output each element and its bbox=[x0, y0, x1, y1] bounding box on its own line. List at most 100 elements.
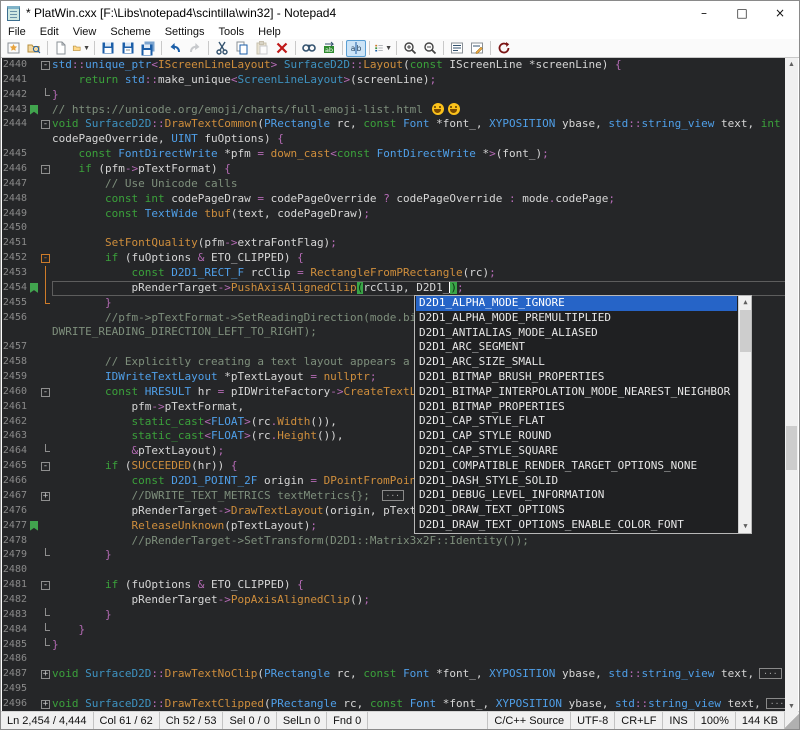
status-cell[interactable]: SelLn 0 bbox=[277, 712, 327, 729]
line-number[interactable] bbox=[2, 325, 30, 340]
bookmark-margin[interactable] bbox=[30, 429, 40, 444]
fold-margin[interactable] bbox=[40, 623, 52, 638]
code-text[interactable]: } bbox=[52, 548, 798, 563]
autocomplete-item[interactable]: D2D1_ANTIALIAS_MODE_ALIASED bbox=[416, 326, 737, 341]
fold-margin[interactable] bbox=[40, 147, 52, 162]
autocomplete-item[interactable]: D2D1_COMPATIBLE_RENDER_TARGET_OPTIONS_NO… bbox=[416, 459, 737, 474]
code-line-2441[interactable]: 2441return std::make_unique<ScreenLineLa… bbox=[2, 73, 798, 88]
status-cell[interactable]: Fnd 0 bbox=[327, 712, 368, 729]
fold-margin[interactable] bbox=[40, 504, 52, 519]
code-line-2479[interactable]: 2479} bbox=[2, 548, 798, 563]
undo-button[interactable] bbox=[165, 40, 185, 57]
bookmark-margin[interactable] bbox=[30, 578, 40, 593]
code-text[interactable]: const int codePageDraw = codePageOverrid… bbox=[52, 192, 798, 207]
code-text[interactable]: void SurfaceD2D::DrawTextCommon(PRectang… bbox=[52, 117, 798, 132]
code-text[interactable]: // https://unicode.org/emoji/charts/full… bbox=[52, 103, 798, 118]
line-number[interactable]: 2456 bbox=[2, 311, 30, 326]
scroll-down-arrow-icon[interactable]: ▼ bbox=[785, 700, 798, 713]
bookmark-margin[interactable] bbox=[30, 563, 40, 578]
code-text[interactable]: } bbox=[52, 608, 798, 623]
folded-code-ellipsis[interactable]: ··· bbox=[759, 668, 781, 679]
code-text[interactable]: if (pfm->pTextFormat) { bbox=[52, 162, 798, 177]
menu-item-view[interactable]: View bbox=[66, 25, 104, 39]
line-number[interactable]: 2463 bbox=[2, 429, 30, 444]
code-line-2448[interactable]: 2448const int codePageDraw = codePageOve… bbox=[2, 192, 798, 207]
code-text[interactable]: pRenderTarget->PushAxisAlignedClip(rcCli… bbox=[52, 281, 798, 296]
status-cell[interactable]: C/C++ Source bbox=[488, 712, 571, 729]
line-number[interactable]: 2495 bbox=[2, 682, 30, 697]
add-favorite-button[interactable] bbox=[4, 40, 24, 57]
bookmark-margin[interactable] bbox=[30, 519, 40, 534]
bookmark-margin[interactable] bbox=[30, 88, 40, 103]
bookmark-margin[interactable] bbox=[30, 593, 40, 608]
code-text[interactable]: const FontDirectWrite *pfm = down_cast<c… bbox=[52, 147, 798, 162]
replace-button[interactable]: ab bbox=[319, 40, 339, 57]
fold-margin[interactable]: + bbox=[40, 697, 52, 712]
fold-margin[interactable] bbox=[40, 652, 52, 667]
fold-margin[interactable] bbox=[40, 548, 52, 563]
code-line-2450[interactable]: 2450 bbox=[2, 221, 798, 236]
code-line-2478[interactable]: 2478//pRenderTarget->SetTransform(D2D1::… bbox=[2, 534, 798, 549]
bookmark-margin[interactable] bbox=[30, 103, 40, 118]
bookmark-margin[interactable] bbox=[30, 192, 40, 207]
code-text[interactable] bbox=[52, 652, 798, 667]
close-button[interactable]: × bbox=[761, 1, 799, 25]
code-line-wrap[interactable]: codePageOverride, UINT fuOptions) { bbox=[2, 132, 798, 147]
line-number[interactable]: 2478 bbox=[2, 534, 30, 549]
bookmark-margin[interactable] bbox=[30, 58, 40, 73]
autocomplete-item[interactable]: D2D1_BITMAP_BRUSH_PROPERTIES bbox=[416, 370, 737, 385]
autocomplete-item[interactable]: D2D1_DASH_STYLE_SOLID bbox=[416, 474, 737, 489]
bookmark-margin[interactable] bbox=[30, 281, 40, 296]
redo-button[interactable] bbox=[185, 40, 205, 57]
bookmark-margin[interactable] bbox=[30, 623, 40, 638]
code-line-2482[interactable]: 2482pRenderTarget->PopAxisAlignedClip(); bbox=[2, 593, 798, 608]
code-text[interactable]: // Use Unicode calls bbox=[52, 177, 798, 192]
fold-margin[interactable] bbox=[40, 444, 52, 459]
code-line-2447[interactable]: 2447// Use Unicode calls bbox=[2, 177, 798, 192]
line-number[interactable]: 2476 bbox=[2, 504, 30, 519]
fold-collapse-icon[interactable]: - bbox=[41, 61, 50, 70]
find-button[interactable] bbox=[299, 40, 319, 57]
code-line-2453[interactable]: 2453const D2D1_RECT_F rcClip = Rectangle… bbox=[2, 266, 798, 281]
resize-grip[interactable] bbox=[785, 712, 799, 729]
save-button[interactable] bbox=[98, 40, 118, 57]
status-cell[interactable]: UTF-8 bbox=[571, 712, 615, 729]
line-number[interactable]: 2466 bbox=[2, 474, 30, 489]
code-line-2486[interactable]: 2486 bbox=[2, 652, 798, 667]
autocomplete-item[interactable]: D2D1_ARC_SIZE_SMALL bbox=[416, 355, 737, 370]
fold-margin[interactable] bbox=[40, 296, 52, 311]
fold-margin[interactable] bbox=[40, 340, 52, 355]
code-line-2451[interactable]: 2451SetFontQuality(pfm->extraFontFlag); bbox=[2, 236, 798, 251]
fold-margin[interactable] bbox=[40, 88, 52, 103]
code-text[interactable]: SetFontQuality(pfm->extraFontFlag); bbox=[52, 236, 798, 251]
bookmark-margin[interactable] bbox=[30, 162, 40, 177]
fold-margin[interactable]: - bbox=[40, 162, 52, 177]
code-text[interactable]: const TextWide tbuf(text, codePageDraw); bbox=[52, 207, 798, 222]
bookmark-margin[interactable] bbox=[30, 459, 40, 474]
fold-margin[interactable] bbox=[40, 177, 52, 192]
fold-margin[interactable] bbox=[40, 73, 52, 88]
line-number[interactable]: 2479 bbox=[2, 548, 30, 563]
bookmark-margin[interactable] bbox=[30, 177, 40, 192]
code-line-2444[interactable]: 2444-void SurfaceD2D::DrawTextCommon(PRe… bbox=[2, 117, 798, 132]
bookmark-margin[interactable] bbox=[30, 340, 40, 355]
zoom-out-button[interactable] bbox=[420, 40, 440, 57]
bookmark-margin[interactable] bbox=[30, 682, 40, 697]
bookmark-margin[interactable] bbox=[30, 504, 40, 519]
line-number[interactable]: 2453 bbox=[2, 266, 30, 281]
fold-expand-icon[interactable]: + bbox=[41, 670, 50, 679]
popup-scrollbar-thumb[interactable] bbox=[740, 310, 751, 352]
code-line-2480[interactable]: 2480 bbox=[2, 563, 798, 578]
line-number[interactable]: 2485 bbox=[2, 638, 30, 653]
bookmark-margin[interactable] bbox=[30, 355, 40, 370]
fold-margin[interactable] bbox=[40, 608, 52, 623]
line-number[interactable]: 2483 bbox=[2, 608, 30, 623]
fold-margin[interactable]: - bbox=[40, 385, 52, 400]
minimize-button[interactable]: – bbox=[685, 1, 723, 25]
line-number[interactable]: 2458 bbox=[2, 355, 30, 370]
fold-margin[interactable] bbox=[40, 207, 52, 222]
line-number[interactable]: 2482 bbox=[2, 593, 30, 608]
autocomplete-item[interactable]: D2D1_ALPHA_MODE_PREMULTIPLIED bbox=[416, 311, 737, 326]
line-number[interactable]: 2457 bbox=[2, 340, 30, 355]
line-number[interactable]: 2467 bbox=[2, 489, 30, 504]
